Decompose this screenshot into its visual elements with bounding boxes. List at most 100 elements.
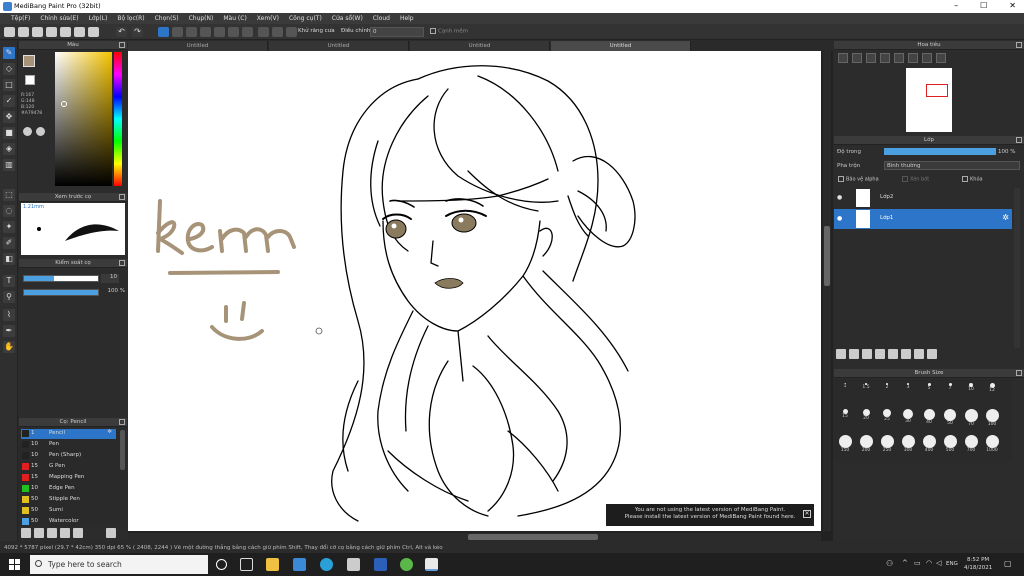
layer-row-2[interactable]: ● Lớp2 — [834, 188, 1012, 208]
rotate-right-icon[interactable] — [908, 53, 918, 63]
rotate-reset-icon[interactable] — [922, 53, 932, 63]
brush-size-10[interactable]: 10 — [962, 383, 980, 392]
rotate-left-icon[interactable] — [894, 53, 904, 63]
fill-rect-tool-icon[interactable]: ■ — [3, 127, 15, 139]
brush-size-slider[interactable] — [23, 275, 99, 282]
menu-capture[interactable]: Chụp(N) — [184, 13, 219, 24]
brush-item-pencil[interactable]: 1 Pencil ✲ — [21, 429, 116, 439]
brush-size-500[interactable]: 500 — [941, 435, 959, 453]
snap-off-icon[interactable] — [158, 27, 169, 37]
protect-alpha-checkbox[interactable]: Bảo vệ alpha — [838, 176, 879, 183]
eraser-tool-icon[interactable]: ◇ — [3, 63, 15, 75]
clipping-checkbox[interactable]: Xén bớt — [902, 176, 929, 183]
menu-select[interactable]: Chọn(S) — [150, 13, 184, 24]
brush-size-30[interactable]: 30 — [899, 409, 917, 424]
gradient-tool-icon[interactable]: ▥ — [3, 159, 15, 171]
tab-untitled-1[interactable]: Untitled — [128, 41, 268, 51]
open-file-icon[interactable] — [18, 27, 29, 37]
chrome-icon[interactable] — [400, 558, 413, 571]
zoom-in-icon[interactable] — [852, 53, 862, 63]
hand-tool-icon[interactable]: ✋ — [3, 341, 15, 353]
color-history-icon[interactable] — [36, 127, 45, 136]
file-explorer-icon[interactable] — [266, 558, 279, 571]
navigator-viewport[interactable] — [926, 84, 948, 97]
notification-icon[interactable]: ▢ — [1004, 559, 1012, 568]
lasso-tool-icon[interactable]: ◌ — [3, 205, 15, 217]
brush-size-12[interactable]: 12 — [983, 383, 1001, 393]
mail-icon[interactable] — [293, 558, 306, 571]
soft-edge-checkbox[interactable]: Cạnh mềm — [430, 28, 468, 35]
bucket-tool-icon[interactable]: ◈ — [3, 143, 15, 155]
drawing-canvas[interactable]: You are not using the latest version of … — [128, 51, 821, 531]
brush-item-stipple-pen[interactable]: 50 Stipple Pen — [21, 495, 116, 505]
text-tool-icon[interactable]: T — [3, 275, 15, 287]
menu-layer[interactable]: Lớp(L) — [84, 13, 113, 24]
foreground-color-swatch[interactable] — [23, 55, 35, 67]
network-icon[interactable]: ▭ — [914, 559, 921, 567]
clock[interactable]: 8:52 PM 4/18/2021 — [964, 556, 992, 572]
medibang-taskbar-icon[interactable] — [425, 558, 438, 571]
brush-size-1000[interactable]: 1000 — [983, 435, 1001, 453]
brush-size-250[interactable]: 250 — [878, 435, 896, 453]
menu-filter[interactable]: Bộ lọc(R) — [112, 13, 149, 24]
brush-delete-icon[interactable] — [106, 528, 116, 538]
edge-browser-icon[interactable] — [320, 558, 333, 571]
maximize-icon[interactable]: ☐ — [980, 1, 987, 10]
new-halftone-layer-icon[interactable] — [849, 349, 859, 359]
layer-list-scrollbar[interactable] — [1014, 188, 1020, 348]
horizontal-scroll-thumb[interactable] — [468, 534, 598, 540]
brush-size-150[interactable]: 150 — [836, 435, 854, 453]
brush-size-5[interactable]: 5 — [920, 383, 938, 391]
brush-size-100[interactable]: 100 — [983, 409, 1001, 427]
eyedropper-tool-icon[interactable]: ⌇ — [3, 309, 15, 321]
menu-file[interactable]: Tệp(F) — [6, 13, 35, 24]
brush-size-1.5[interactable]: 1.5 — [857, 383, 875, 390]
brush-folder-icon[interactable] — [60, 528, 70, 538]
menu-view[interactable]: Xem(V) — [252, 13, 284, 24]
menu-edit[interactable]: Chỉnh sửa(E) — [35, 13, 83, 24]
brush-item-edge-pen[interactable]: 10 Edge Pen — [21, 484, 116, 494]
panel-close-icon[interactable] — [119, 194, 125, 200]
select-eraser-tool-icon[interactable]: ◧ — [3, 253, 15, 265]
brush-item-pen[interactable]: 10 Pen — [21, 440, 116, 450]
brush-item-g-pen[interactable]: 15 G Pen — [21, 462, 116, 472]
panel-close-icon[interactable] — [1016, 42, 1022, 48]
brush-size-3[interactable]: 3 — [899, 383, 917, 390]
snap-curve-icon[interactable] — [242, 27, 253, 37]
export-icon[interactable] — [60, 27, 71, 37]
divide-tool-icon[interactable]: ⚲ — [3, 291, 15, 303]
visibility-eye-icon[interactable]: ● — [837, 215, 842, 222]
menu-cloud[interactable]: Cloud — [368, 13, 395, 24]
lock-checkbox[interactable]: Khóa — [962, 176, 983, 183]
wifi-icon[interactable]: ◠ — [926, 559, 932, 567]
snap-cross-icon[interactable] — [186, 27, 197, 37]
close-icon[interactable]: ✕ — [1009, 1, 1016, 10]
new-8bit-layer-icon[interactable] — [862, 349, 872, 359]
brush-add-icon[interactable] — [34, 528, 44, 538]
background-color-swatch[interactable] — [25, 75, 35, 85]
zoom-out-icon[interactable] — [838, 53, 848, 63]
brush-size-15[interactable]: 15 — [836, 409, 854, 419]
menu-tools[interactable]: Công cụ(T) — [284, 13, 327, 24]
tab-untitled-2[interactable]: Untitled — [269, 41, 409, 51]
correction-select[interactable]: 0 — [370, 27, 424, 37]
move-tool-icon[interactable]: ✥ — [3, 111, 15, 123]
brush-opacity-slider[interactable] — [23, 289, 99, 296]
brush-size-400[interactable]: 400 — [920, 435, 938, 453]
brush-cloud-icon[interactable] — [47, 528, 57, 538]
snap-parallel-icon[interactable] — [172, 27, 183, 37]
windows-start-icon[interactable] — [9, 559, 20, 570]
layer-folder-icon[interactable] — [888, 349, 898, 359]
antialias-icon[interactable] — [286, 27, 297, 37]
update-notice[interactable]: You are not using the latest version of … — [606, 504, 814, 526]
snap-settings-icon[interactable] — [258, 27, 269, 37]
tab-untitled-3[interactable]: Untitled — [410, 41, 550, 51]
brush-size-700[interactable]: 700 — [962, 435, 980, 453]
brush-size-40[interactable]: 40 — [920, 409, 938, 425]
menu-window[interactable]: Cửa sổ(W) — [327, 13, 368, 24]
word-icon[interactable] — [374, 558, 387, 571]
color-saturation-field[interactable] — [55, 52, 112, 186]
close-icon[interactable]: ✕ — [803, 510, 811, 518]
brush-size-2[interactable]: 2 — [878, 383, 896, 390]
panel-close-icon[interactable] — [119, 42, 125, 48]
